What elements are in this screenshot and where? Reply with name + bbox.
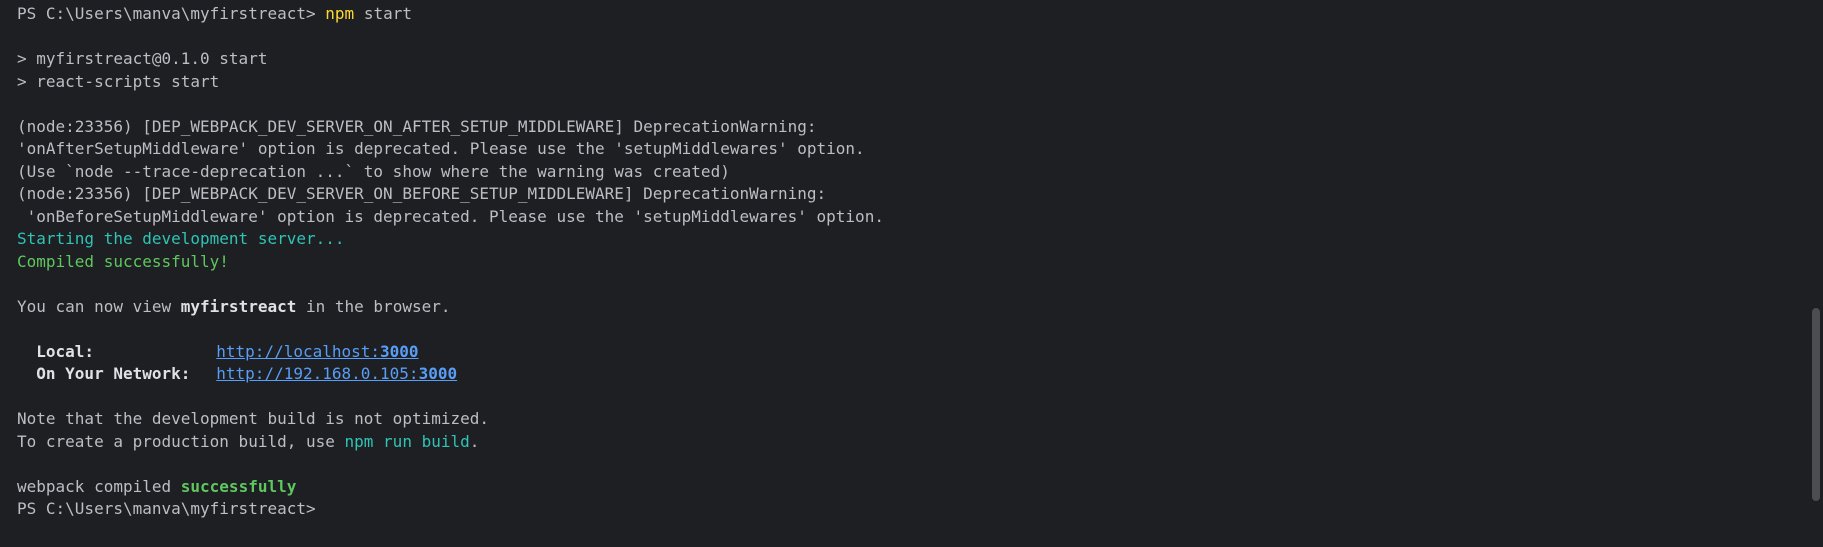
command-name: npm (325, 4, 355, 23)
build-suffix: . (469, 431, 480, 451)
network-url-link[interactable]: http://192.168.0.105:3000 (216, 364, 457, 383)
view-line: You can now view myfirstreact in the bro… (17, 296, 1793, 319)
final-prompt-line[interactable]: PS C:\Users\manva\myfirstreact> (17, 498, 1793, 521)
webpack-prefix: webpack compiled (17, 476, 181, 496)
build-prefix: To create a production build, use (17, 431, 345, 451)
warning-line: 'onAfterSetupMiddleware' option is depre… (17, 139, 865, 158)
starting-server-line: Starting the development server... (17, 229, 345, 248)
command-args: start (363, 4, 412, 23)
warning-line: (node:23356) [DEP_WEBPACK_DEV_SERVER_ON_… (17, 116, 817, 136)
terminal-window[interactable]: PS C:\Users\manva\myfirstreact> npm star… (0, 0, 1823, 547)
prompt-path: PS C:\Users\manva\myfirstreact> (17, 4, 316, 23)
webpack-line: webpack compiled successfully (17, 476, 1793, 499)
script-line: > react-scripts start (17, 71, 220, 91)
note-line: Note that the development build is not o… (17, 409, 490, 428)
warning-line: 'onBeforeSetupMiddleware' option is depr… (17, 206, 884, 226)
scrollbar-thumb[interactable] (1812, 308, 1820, 501)
build-line: To create a production build, use npm ru… (17, 431, 1793, 454)
compiled-line: Compiled successfully! (17, 251, 229, 271)
local-url-base: http://localhost: (216, 341, 381, 361)
view-prefix: You can now view (17, 296, 181, 316)
final-prompt: PS C:\Users\manva\myfirstreact> (17, 499, 316, 518)
app-name: myfirstreact (180, 296, 297, 316)
view-suffix: in the browser. (296, 296, 451, 316)
warning-line: (node:23356) [DEP_WEBPACK_DEV_SERVER_ON_… (17, 184, 827, 203)
network-label: On Your Network: (36, 364, 191, 383)
network-url-port: 3000 (418, 364, 458, 383)
command-line: PS C:\Users\manva\myfirstreact> npm star… (17, 3, 1793, 26)
network-url-base: http://192.168.0.105: (216, 364, 419, 383)
local-url-link[interactable]: http://localhost:3000 (216, 342, 418, 361)
local-label: Local: (36, 341, 95, 361)
warning-line: (Use `node --trace-deprecation ...` to s… (17, 161, 730, 181)
terminal-output: PS C:\Users\manva\myfirstreact> npm star… (17, 3, 1793, 521)
build-command: npm run build (344, 431, 470, 451)
vertical-scrollbar[interactable] (1809, 0, 1823, 547)
script-line: > myfirstreact@0.1.0 start (17, 49, 268, 68)
network-url-line: On Your Network: http://192.168.0.105:300… (17, 363, 1793, 386)
local-url-port: 3000 (380, 341, 419, 361)
webpack-status: successfully (180, 476, 297, 496)
local-url-line: Local: http://localhost:3000 (17, 341, 1793, 364)
